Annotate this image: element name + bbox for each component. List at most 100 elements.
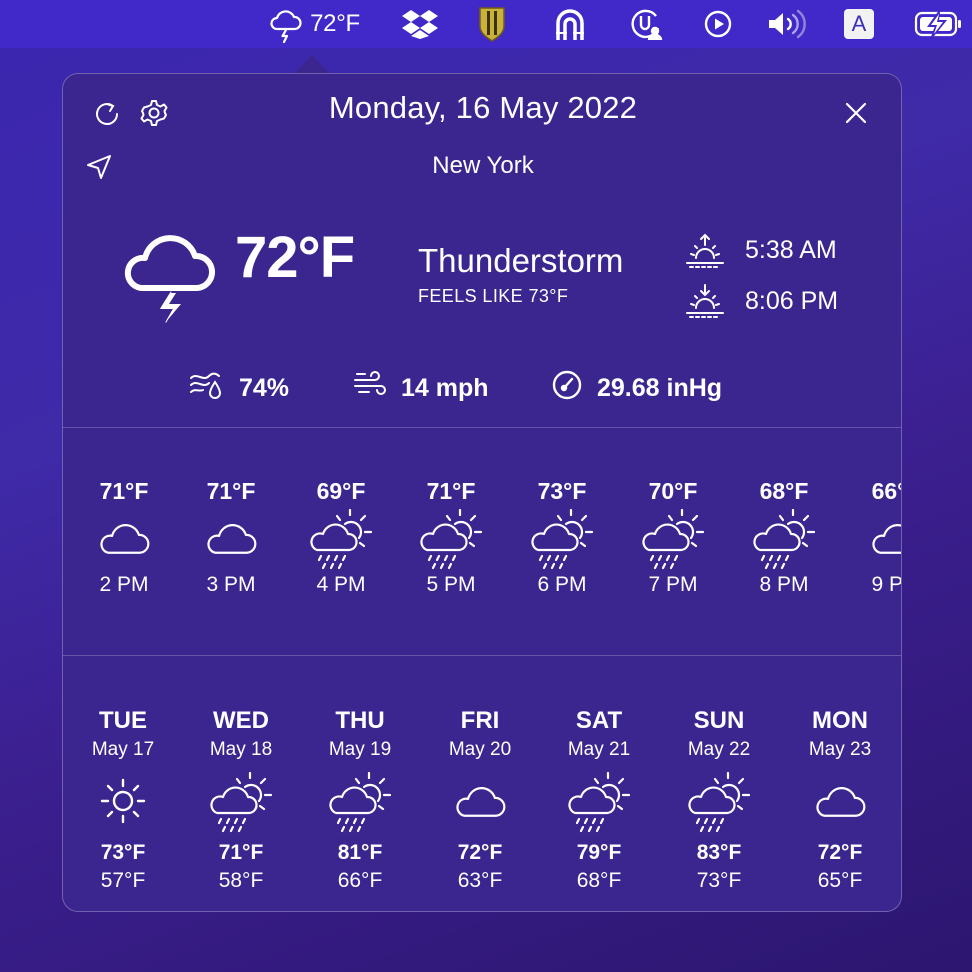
battery-charging-icon[interactable] — [912, 0, 966, 48]
pressure-value: 29.68 inHg — [597, 373, 723, 402]
day-name: TUE — [99, 707, 147, 734]
day-date: May 23 — [808, 739, 872, 760]
sun-cloud-rain-icon — [661, 763, 777, 839]
menu-bar: 72°F A — [0, 0, 972, 48]
sunrise-time: 5:38 AM — [745, 236, 837, 264]
sun-cloud-rain-icon — [286, 505, 396, 571]
hourly-item: 71°F 5 PM — [396, 477, 506, 599]
weather-cloud-icon — [266, 4, 306, 44]
sun-cloud-rain-icon — [302, 763, 418, 839]
input-source[interactable]: A — [843, 0, 875, 48]
daily-item: MON May 23 72°F 65°F — [782, 705, 898, 895]
day-date: May 22 — [687, 739, 751, 760]
divider — [63, 427, 901, 428]
day-name: WED — [213, 707, 269, 734]
hourly-time: 4 PM — [316, 573, 366, 596]
sun-cloud-rain-icon — [507, 505, 617, 571]
humidity-value: 74% — [239, 373, 290, 402]
magnet-icon[interactable] — [552, 0, 588, 48]
cloud-icon — [69, 505, 179, 571]
hourly-time: 8 PM — [759, 573, 809, 596]
input-source-label: A — [844, 9, 874, 39]
play-circle-icon[interactable] — [702, 0, 734, 48]
hourly-item: 66°F 9 PM — [841, 477, 902, 599]
hourly-temperature: 71°F — [426, 478, 476, 504]
low-temperature: 68°F — [576, 869, 622, 892]
menubar-weather-item[interactable]: 72°F — [258, 0, 368, 48]
hourly-temperature: 73°F — [537, 478, 587, 504]
wind-icon — [353, 370, 387, 407]
hourly-time: 5 PM — [426, 573, 476, 596]
sunset-time: 8:06 PM — [745, 287, 839, 315]
cloud-icon — [422, 763, 538, 839]
day-name: FRI — [460, 707, 500, 734]
hourly-item: 73°F 6 PM — [507, 477, 617, 599]
weather-popover: Monday, 16 May 2022 New York 72°F Thunde… — [62, 73, 902, 912]
current-condition: Thunderstorm — [418, 242, 624, 279]
city-name: New York — [432, 152, 534, 179]
date-title: Monday, 16 May 2022 — [328, 90, 638, 125]
sun-cloud-rain-icon — [541, 763, 657, 839]
daily-item: FRI May 20 72°F 63°F — [422, 705, 538, 895]
humidity-stat: 74% — [189, 370, 289, 406]
pressure-stat: 29.68 inHg — [551, 370, 722, 406]
pressure-gauge-icon — [551, 369, 583, 408]
humidity-icon — [189, 370, 225, 407]
timer-user-icon[interactable] — [628, 0, 664, 48]
daily-item: SAT May 21 79°F 68°F — [541, 705, 657, 895]
popover-arrow — [294, 55, 330, 74]
hourly-time: 7 PM — [648, 573, 698, 596]
sun-cloud-rain-icon — [396, 505, 506, 571]
hourly-item: 70°F 7 PM — [618, 477, 728, 599]
day-name: SUN — [693, 707, 745, 734]
hourly-item: 68°F 8 PM — [729, 477, 839, 599]
hourly-temperature: 66°F — [871, 478, 901, 504]
day-name: SAT — [575, 707, 623, 734]
sun-icon — [65, 763, 181, 839]
high-temperature: 81°F — [337, 841, 383, 864]
close-icon[interactable] — [839, 96, 873, 130]
day-date: May 19 — [328, 739, 392, 760]
day-date: May 17 — [91, 739, 155, 760]
high-temperature: 73°F — [100, 841, 146, 864]
low-temperature: 73°F — [696, 869, 742, 892]
day-date: May 18 — [209, 739, 273, 760]
sun-cloud-rain-icon — [729, 505, 839, 571]
low-temperature: 57°F — [100, 869, 146, 892]
feels-like: FEELS LIKE 73°F — [418, 286, 569, 306]
low-temperature: 63°F — [457, 869, 503, 892]
low-temperature: 58°F — [218, 869, 264, 892]
hourly-temperature: 71°F — [206, 478, 256, 504]
day-date: May 20 — [448, 739, 512, 760]
hourly-time: 2 PM — [99, 573, 149, 596]
daily-item: TUE May 17 73°F 57°F — [65, 705, 181, 895]
hourly-time: 9 PM — [871, 573, 902, 596]
high-temperature: 79°F — [576, 841, 622, 864]
cloud-icon — [176, 505, 286, 571]
high-temperature: 72°F — [457, 841, 503, 864]
hourly-item: 69°F 4 PM — [286, 477, 396, 599]
high-temperature: 83°F — [696, 841, 742, 864]
sunset-icon — [685, 282, 725, 323]
hourly-time: 6 PM — [537, 573, 587, 596]
hourly-time: 3 PM — [206, 573, 256, 596]
sun-cloud-rain-icon — [183, 763, 299, 839]
low-temperature: 66°F — [337, 869, 383, 892]
daily-item: THU May 19 81°F 66°F — [302, 705, 418, 895]
menubar-temperature: 72°F — [310, 10, 360, 37]
hourly-temperature: 69°F — [316, 478, 366, 504]
cloud-icon — [782, 763, 898, 839]
hourly-temperature: 68°F — [759, 478, 809, 504]
hourly-temperature: 71°F — [99, 478, 149, 504]
sunrise-icon — [685, 232, 725, 273]
current-temperature: 72°F — [235, 225, 355, 290]
day-name: THU — [335, 707, 385, 734]
dropbox-icon[interactable] — [400, 0, 440, 48]
volume-icon[interactable] — [764, 0, 808, 48]
hourly-item: 71°F 2 PM — [69, 477, 179, 599]
shield-icon[interactable] — [476, 0, 508, 48]
sun-cloud-rain-icon — [618, 505, 728, 571]
divider — [63, 655, 901, 656]
hourly-temperature: 70°F — [648, 478, 698, 504]
high-temperature: 72°F — [817, 841, 863, 864]
